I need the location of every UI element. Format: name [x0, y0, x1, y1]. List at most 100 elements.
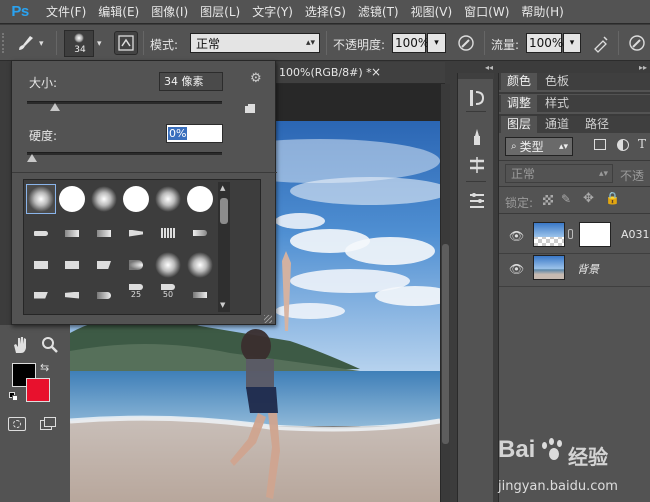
tab-styles[interactable]: 样式	[539, 95, 575, 112]
menu-type[interactable]: 文字(Y)	[246, 3, 299, 20]
vertical-scrollbar[interactable]	[441, 84, 450, 502]
background-color-swatch[interactable]	[26, 378, 50, 402]
opacity-input[interactable]: 100%	[392, 33, 429, 53]
lock-pixels-icon[interactable]: ✎	[561, 192, 571, 206]
menu-window[interactable]: 窗口(W)	[458, 3, 515, 20]
layer-row[interactable]: 👁 背景	[499, 249, 650, 287]
preset-round-3[interactable]	[89, 280, 119, 310]
flow-dropdown-button[interactable]: ▾	[563, 33, 581, 53]
filter-type-icon[interactable]: T	[638, 137, 646, 151]
lock-all-icon[interactable]: 🔒	[605, 191, 620, 205]
layer-name[interactable]: 背景	[577, 261, 599, 277]
clone-source-panel-icon[interactable]	[468, 155, 486, 178]
chevron-down-icon[interactable]: ▾	[39, 39, 44, 49]
preset-fan-1[interactable]	[153, 218, 183, 248]
lock-transparent-icon[interactable]	[543, 195, 553, 205]
chain-link-icon[interactable]	[568, 229, 573, 239]
presets-scroll-thumb[interactable]	[220, 198, 228, 224]
eye-icon[interactable]: 👁	[509, 262, 524, 276]
scroll-up-icon[interactable]: ▲	[220, 184, 225, 192]
menu-filter[interactable]: 滤镜(T)	[352, 3, 405, 20]
options-grip[interactable]	[2, 33, 8, 53]
tab-color[interactable]: 颜色	[501, 73, 538, 90]
hand-tool-icon[interactable]	[10, 335, 30, 358]
screen-mode-icon[interactable]	[40, 417, 58, 431]
eye-icon[interactable]: 👁	[509, 229, 524, 243]
lock-label: 锁定:	[505, 196, 534, 210]
airbrush-button[interactable]	[589, 31, 613, 55]
pressure-opacity-button[interactable]	[454, 31, 478, 55]
preset-flat-1[interactable]	[26, 250, 56, 280]
preset-hard-round[interactable]	[57, 184, 87, 214]
preset-soft-big-2[interactable]	[185, 250, 215, 280]
new-preset-icon[interactable]	[243, 102, 257, 114]
menu-file[interactable]: 文件(F)	[40, 3, 92, 20]
options-bar: ▾ 34 ▾ 模式: 正常 ▴▾ 不透明度: 100% ▾ 流量: 100% ▾	[0, 25, 650, 61]
preset-chisel-2[interactable]	[89, 218, 119, 248]
hardness-input[interactable]: 0%	[166, 124, 223, 143]
close-tab-icon[interactable]: ×	[371, 65, 381, 79]
toggle-brush-panel-button[interactable]	[114, 31, 138, 55]
flow-input[interactable]: 100%	[526, 33, 563, 53]
brush-picker-button[interactable]: 34	[64, 30, 94, 57]
document-tab[interactable]: 100%(RGB/8#) * ×	[275, 62, 445, 84]
scroll-down-icon[interactable]: ▼	[220, 301, 225, 309]
strip-header[interactable]	[458, 73, 494, 79]
layer-mask-thumbnail[interactable]	[579, 222, 611, 247]
layer-filter-select[interactable]: ⌕ 类型 ▴▾	[505, 137, 573, 156]
menu-edit[interactable]: 编辑(E)	[92, 3, 145, 20]
collapse-arrows-icon[interactable]: ◂◂	[485, 63, 493, 72]
hardness-slider[interactable]	[27, 152, 222, 172]
brush-settings-panel-icon[interactable]	[468, 127, 486, 150]
preset-dry-1[interactable]	[185, 280, 215, 310]
gear-icon[interactable]: ⚙	[250, 71, 262, 86]
layer-name[interactable]: A0318	[621, 228, 650, 241]
preset-25[interactable]: 25	[121, 276, 151, 306]
presets-scrollbar[interactable]: ▲ ▼	[218, 182, 230, 312]
preset-round-2[interactable]	[185, 218, 215, 248]
preset-pencil-1[interactable]	[26, 218, 56, 248]
brush-picker-arrow-icon[interactable]: ▾	[97, 39, 102, 49]
opacity-dropdown-button[interactable]: ▾	[427, 33, 446, 53]
preset-angle-1[interactable]	[89, 250, 119, 280]
size-slider[interactable]	[27, 101, 222, 121]
menu-view[interactable]: 视图(V)	[405, 3, 459, 20]
history-panel-icon[interactable]	[468, 88, 486, 111]
filter-pixel-icon[interactable]	[594, 139, 606, 150]
scrollbar-thumb[interactable]	[442, 244, 449, 444]
menu-help[interactable]: 帮助(H)	[515, 3, 569, 20]
blend-mode-select[interactable]: 正常 ▴▾	[505, 164, 613, 183]
default-colors-icon[interactable]	[9, 392, 19, 402]
menu-layer[interactable]: 图层(L)	[194, 3, 246, 20]
lock-position-icon[interactable]: ✥	[583, 191, 594, 206]
quick-mask-icon[interactable]	[8, 417, 26, 431]
menu-select[interactable]: 选择(S)	[299, 3, 352, 20]
properties-panel-icon[interactable]	[468, 191, 486, 214]
brush-tool-preset-button[interactable]	[14, 31, 38, 55]
preset-flat-2[interactable]	[57, 250, 87, 280]
preset-flat-4[interactable]	[57, 280, 87, 310]
zoom-tool-icon[interactable]	[40, 335, 60, 358]
pressure-size-button[interactable]	[625, 31, 649, 55]
expand-arrows-icon[interactable]: ▸▸	[639, 63, 647, 72]
mode-select[interactable]: 正常 ▴▾	[190, 33, 320, 53]
filter-adjustment-icon[interactable]	[617, 139, 629, 151]
menu-image[interactable]: 图像(I)	[145, 3, 194, 20]
preset-hard-round-3[interactable]	[185, 184, 215, 214]
preset-chisel-1[interactable]	[57, 218, 87, 248]
preset-wedge-1[interactable]	[121, 218, 151, 248]
tab-adjustments[interactable]: 调整	[501, 95, 538, 112]
preset-soft-round-3[interactable]	[153, 184, 183, 214]
size-input[interactable]: 34 像素	[159, 72, 223, 91]
preset-hard-round-2[interactable]	[121, 184, 151, 214]
tab-layers[interactable]: 图层	[501, 116, 538, 133]
tab-paths[interactable]: 路径	[579, 116, 615, 133]
preset-flat-3[interactable]	[26, 280, 56, 310]
preset-50[interactable]: 50	[153, 276, 183, 306]
preset-soft-round[interactable]	[26, 184, 56, 214]
tab-channels[interactable]: 通道	[539, 116, 575, 133]
tab-swatches[interactable]: 色板	[539, 73, 575, 90]
preset-soft-round-2[interactable]	[89, 184, 119, 214]
resize-grip-icon[interactable]	[264, 315, 272, 323]
swap-colors-icon[interactable]: ⇆	[40, 361, 49, 374]
